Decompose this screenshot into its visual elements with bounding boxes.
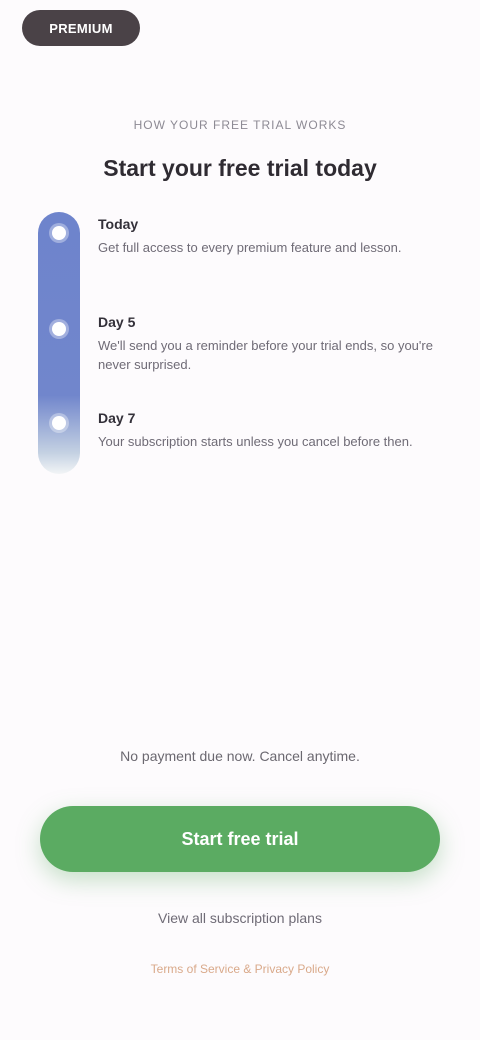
timeline-step-day5: Day 5 We'll send you a reminder before y…: [98, 314, 438, 374]
timeline-rail: [38, 212, 80, 474]
timeline-step-today: Today Get full access to every premium f…: [98, 216, 438, 257]
start-trial-button[interactable]: Start free trial: [40, 806, 440, 872]
premium-badge: PREMIUM: [22, 10, 140, 46]
view-plans-link[interactable]: View all subscription plans: [0, 910, 480, 926]
step-title: Today: [98, 216, 139, 232]
step-title: Day 5: [98, 314, 136, 330]
step-description: We'll send you a reminder before your tr…: [98, 338, 433, 372]
premium-badge-label: PREMIUM: [49, 20, 113, 36]
legal-link[interactable]: Terms of Service & Privacy Policy: [60, 962, 420, 976]
no-payment-note: No payment due now. Cancel anytime.: [120, 748, 360, 764]
trial-screen: PREMIUM How your free trial works Start …: [0, 0, 480, 1040]
intro-overline: How your free trial works: [133, 118, 347, 132]
timeline-node-day7-icon: [52, 416, 66, 430]
step-description: Your subscription starts unless you canc…: [98, 434, 413, 449]
timeline-step-day7: Day 7 Your subscription starts unless yo…: [98, 410, 438, 451]
timeline-node-day5-icon: [52, 322, 66, 336]
step-description: Get full access to every premium feature…: [98, 240, 402, 255]
timeline-node-today-icon: [52, 226, 66, 240]
step-title: Day 7: [98, 410, 136, 426]
page-title: Start your free trial today: [103, 155, 377, 181]
